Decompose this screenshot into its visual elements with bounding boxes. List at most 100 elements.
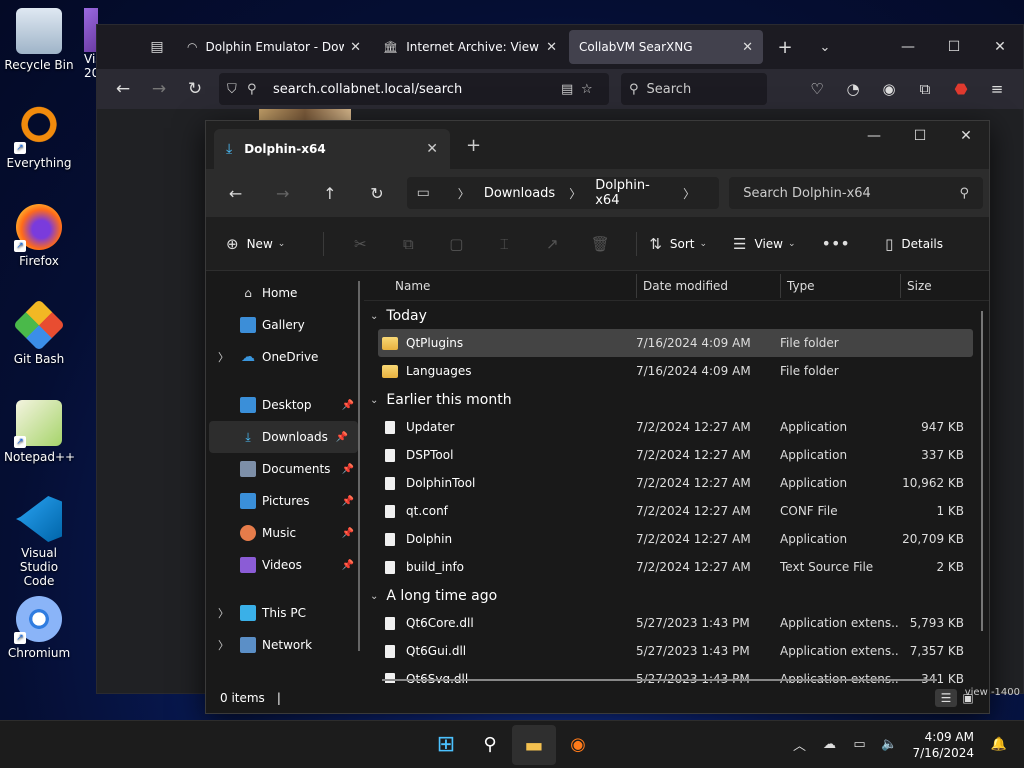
nav-item-gallery[interactable]: Gallery — [206, 309, 364, 341]
details-view-icon[interactable]: ☰ — [935, 689, 957, 707]
rename-icon[interactable]: ⌶ — [480, 235, 528, 253]
windows-start-icon[interactable]: ⊞ — [424, 725, 468, 765]
maximize-icon[interactable]: ☐ — [897, 121, 943, 151]
desktop-icon-everything[interactable]: ↗ Everything — [4, 106, 74, 170]
view-button[interactable]: ☰ View ⌄ — [733, 235, 795, 253]
network-icon[interactable]: ▭ — [844, 737, 874, 752]
pin-icon[interactable]: 📌 — [336, 432, 348, 443]
copy-icon[interactable]: ⧉ — [384, 235, 432, 253]
group-header[interactable]: ⌄ Today — [364, 303, 989, 329]
browser-tab-internet-archive[interactable]: 🏛 Internet Archive: View Ar ✕ — [373, 30, 567, 64]
chevron-down-icon[interactable]: ⌄ — [370, 591, 378, 602]
explorer-search-box[interactable]: Search Dolphin-x64 ⚲ — [729, 177, 984, 209]
group-header[interactable]: ⌄ Earlier this month — [364, 387, 989, 413]
desktop-icon-vscode[interactable]: Visual Studio Code — [4, 496, 74, 588]
minimize-icon[interactable]: — — [885, 25, 931, 69]
nav-item-home[interactable]: ⌂ Home — [206, 277, 364, 309]
firefox-icon[interactable]: ◉ — [556, 725, 600, 765]
file-row[interactable]: DSPTool 7/2/2024 12:27 AM Application 337 K… — [378, 441, 973, 469]
new-tab-icon[interactable]: + — [466, 135, 481, 156]
file-row[interactable]: QtPlugins 7/16/2024 4:09 AM File folder — [378, 329, 973, 357]
clock[interactable]: 4:09 AM 7/16/2024 — [912, 729, 974, 761]
column-size[interactable]: Size — [900, 273, 970, 298]
browser-tab-searxng[interactable]: CollabVM SearXNG ✕ — [569, 30, 763, 64]
sort-button[interactable]: ⇅ Sort ⌄ — [649, 235, 707, 253]
monitor-icon[interactable]: ▭ — [417, 185, 430, 201]
cloud-offline-icon[interactable]: ☁ — [814, 737, 844, 752]
close-tab-icon[interactable]: ✕ — [350, 40, 361, 55]
details-button[interactable]: ▯ Details — [885, 235, 943, 253]
nav-scrollbar[interactable] — [358, 281, 360, 651]
nav-item-desktop[interactable]: Desktop 📌 — [206, 389, 364, 421]
chevron-right-icon[interactable]: 〉 — [218, 637, 229, 653]
file-row[interactable]: Languages 7/16/2024 4:09 AM File folder — [378, 357, 973, 385]
reload-icon[interactable]: ↻ — [177, 79, 213, 99]
close-tab-icon[interactable]: ✕ — [426, 141, 438, 157]
column-type[interactable]: Type — [780, 273, 900, 298]
tab-list-icon[interactable]: ▤ — [137, 25, 177, 69]
back-icon[interactable]: ← — [212, 184, 259, 203]
nav-item-documents[interactable]: Documents 📌 — [206, 453, 364, 485]
chevron-down-icon[interactable]: ⌄ — [370, 395, 378, 406]
browser-search-box[interactable]: ⚲ Search — [621, 73, 767, 105]
back-icon[interactable]: ← — [105, 79, 141, 99]
breadcrumb-dolphin-x64[interactable]: Dolphin-x64 — [595, 178, 669, 208]
delete-icon[interactable]: 🗑 — [576, 235, 624, 253]
chevron-right-icon[interactable]: 〉 — [683, 185, 695, 202]
chevron-up-icon[interactable]: ︿ — [784, 735, 814, 754]
explorer-tab[interactable]: ⤓ Dolphin-x64 ✕ — [214, 129, 450, 169]
file-row[interactable]: Qt6Gui.dll 5/27/2023 1:43 PM Application e… — [378, 637, 973, 665]
file-row[interactable]: Qt6Core.dll 5/27/2023 1:43 PM Application … — [378, 609, 973, 637]
forward-icon[interactable]: → — [259, 184, 306, 203]
chevron-right-icon[interactable]: 〉 — [218, 605, 229, 621]
file-row[interactable]: build_info 7/2/2024 12:27 AM Text Source F… — [378, 553, 973, 581]
nav-item-videos[interactable]: Videos 📌 — [206, 549, 364, 581]
breadcrumb[interactable]: ▭ 〉 Downloads 〉 Dolphin-x64 〉 — [406, 177, 720, 209]
vertical-scrollbar[interactable] — [981, 311, 983, 631]
new-tab-icon[interactable]: + — [765, 37, 805, 58]
desktop-icon-recycle-bin[interactable]: Recycle Bin — [4, 8, 74, 72]
url-bar[interactable]: ⛉ ⚲ search.collabnet.local/search ▤ ☆ — [219, 73, 609, 105]
shield-icon[interactable]: ⛉ — [227, 82, 247, 97]
column-date-modified[interactable]: Date modified — [636, 273, 780, 298]
share-icon[interactable]: ↗ — [528, 235, 576, 253]
nav-item-this-pc[interactable]: 〉 This PC — [206, 597, 364, 629]
pin-icon[interactable]: 📌 — [342, 464, 354, 475]
chevron-right-icon[interactable]: 〉 — [458, 185, 470, 202]
desktop-icon-firefox[interactable]: ↗ Firefox — [4, 204, 74, 268]
nav-item-pictures[interactable]: Pictures 📌 — [206, 485, 364, 517]
pin-icon[interactable]: 📌 — [342, 400, 354, 411]
more-options-button[interactable]: ••• — [822, 234, 858, 253]
chevron-right-icon[interactable]: 〉 — [569, 185, 581, 202]
file-row[interactable]: DolphinTool 7/2/2024 12:27 AM Application 1… — [378, 469, 973, 497]
site-info-icon[interactable]: ⚲ — [247, 82, 267, 97]
file-row[interactable]: Dolphin 7/2/2024 12:27 AM Application 20,70… — [378, 525, 973, 553]
pin-icon[interactable]: 📌 — [342, 528, 354, 539]
pin-icon[interactable]: 📌 — [342, 560, 354, 571]
paste-icon[interactable]: ▢ — [432, 235, 480, 253]
menu-icon[interactable]: ≡ — [979, 80, 1015, 98]
browser-tab-dolphin[interactable]: ◠ Dolphin Emulator - Down ✕ — [177, 30, 371, 64]
maximize-icon[interactable]: ☐ — [931, 25, 977, 69]
star-icon[interactable]: ☆ — [581, 82, 601, 97]
chevron-right-icon[interactable]: 〉 — [218, 349, 229, 365]
search-icon[interactable]: ⚲ — [468, 725, 512, 765]
chevron-down-icon[interactable]: ⌄ — [805, 40, 845, 55]
extensions-icon[interactable]: ⧉ — [907, 80, 943, 98]
group-header[interactable]: ⌄ A long time ago — [364, 583, 989, 609]
nav-item-downloads[interactable]: ⤓ Downloads 📌 — [209, 421, 358, 453]
ublock-icon[interactable]: ⬣ — [943, 80, 979, 98]
nav-item-onedrive[interactable]: 〉 ☁ OneDrive — [206, 341, 364, 373]
file-row[interactable]: qt.conf 7/2/2024 12:27 AM CONF File 1 KB — [378, 497, 973, 525]
speaker-icon[interactable]: 🔈 — [874, 737, 904, 752]
file-row[interactable]: Updater 7/2/2024 12:27 AM Application 947 K… — [378, 413, 973, 441]
file-explorer-icon[interactable]: ▬ — [512, 724, 556, 765]
chevron-down-icon[interactable]: ⌄ — [370, 311, 378, 322]
minimize-icon[interactable]: — — [851, 121, 897, 151]
close-tab-icon[interactable]: ✕ — [546, 40, 557, 55]
desktop-icon-notepad-plus-plus[interactable]: ↗ Notepad++ — [4, 400, 75, 464]
nav-item-network[interactable]: 〉 Network — [206, 629, 364, 661]
extension-status-icon[interactable]: ◔ — [835, 80, 871, 98]
notification-bell-icon[interactable]: 🔔 — [984, 737, 1014, 752]
close-icon[interactable]: ✕ — [977, 25, 1023, 69]
